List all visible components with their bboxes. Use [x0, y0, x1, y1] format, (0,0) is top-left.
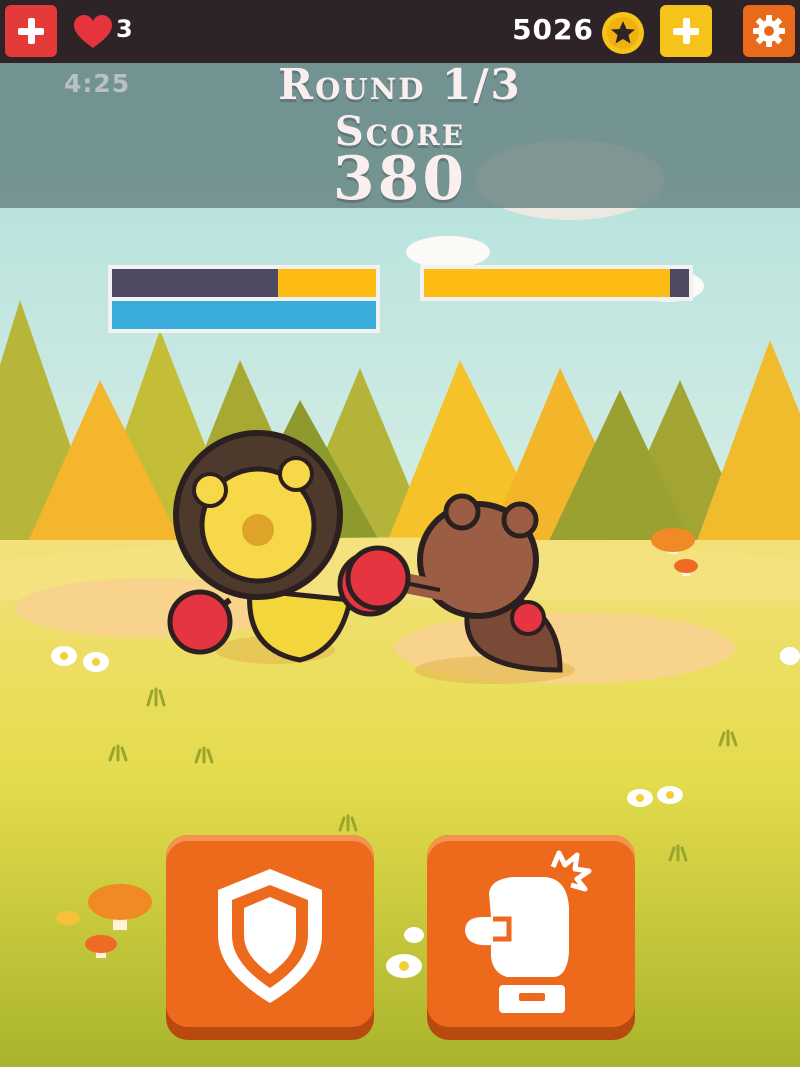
- round-indicator: Round 1/3: [278, 60, 522, 109]
- settings-button[interactable]: [743, 5, 795, 57]
- star-coin-icon: [602, 12, 644, 54]
- plus-icon: [673, 18, 699, 44]
- plus-icon: [18, 18, 44, 44]
- player-energy-fill: [112, 301, 376, 329]
- add-lives-button[interactable]: [5, 5, 57, 57]
- player-energy-bar: [108, 297, 380, 333]
- enemy-health-fill: [424, 269, 671, 297]
- score-value: 380: [332, 144, 468, 214]
- enemy-health-bar: [420, 265, 693, 301]
- heart-icon: [74, 15, 112, 48]
- coin-balance: 5026: [512, 13, 594, 46]
- punch-button[interactable]: [427, 835, 635, 1040]
- player-health-bar: [108, 265, 380, 301]
- block-button[interactable]: [166, 835, 374, 1040]
- lives-count: 3: [116, 15, 133, 43]
- shield-icon: [218, 869, 322, 1003]
- add-coins-button[interactable]: [660, 5, 712, 57]
- player-health-fill: [278, 269, 376, 297]
- boxing-glove-icon: [465, 850, 592, 1013]
- gear-icon: [753, 15, 785, 47]
